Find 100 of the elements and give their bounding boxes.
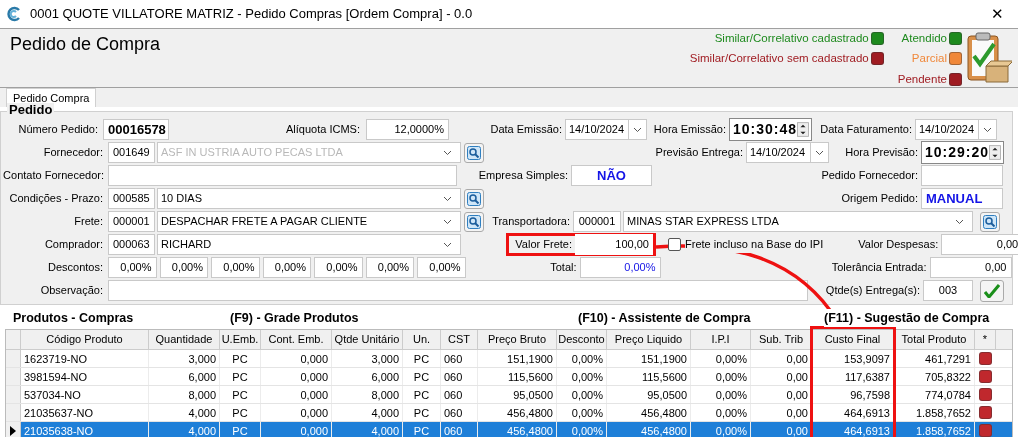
code-field[interactable]: 000001: [573, 211, 621, 232]
code-field[interactable]: 000001: [108, 211, 155, 232]
column-header[interactable]: Total Produto: [894, 330, 975, 349]
table-row[interactable]: 537034-NO 8,000 PC 0,000 8,000 PC 060 95,0500 0,00% 95,0500 0,00% 0,00 96,7598 774,0784: [6, 386, 1012, 404]
combo-box[interactable]: DESPACHAR FRETE A PAGAR CLIENTE: [157, 211, 461, 232]
field-label: Número Pedido:: [17, 122, 99, 138]
text-field[interactable]: 0,00%: [211, 257, 260, 278]
text-field[interactable]: 00016578: [103, 119, 169, 140]
text-field[interactable]: 12,0000%: [366, 119, 449, 140]
column-header[interactable]: Preço Liquido: [607, 330, 691, 349]
text-field[interactable]: 0,00%: [108, 257, 157, 278]
table-cell: 3981594-NO: [21, 368, 149, 385]
time-field[interactable]: 10:30:48: [729, 118, 812, 141]
column-header[interactable]: Preço Bruto: [478, 330, 557, 349]
table-cell: 060: [441, 350, 478, 367]
table-cell: 95,0500: [478, 386, 557, 403]
column-header[interactable]: Custo Final: [812, 330, 894, 349]
field-label: Transportadora:: [491, 214, 571, 230]
close-button[interactable]: ✕: [982, 2, 1012, 26]
table-cell: PC: [220, 350, 261, 367]
table-cell: 4,000: [149, 404, 220, 421]
table-cell: 1.858,7652: [894, 404, 975, 421]
field-label: Observação:: [39, 283, 104, 299]
table-cell: 060: [441, 404, 478, 421]
table-cell: 21035637-NO: [21, 404, 149, 421]
table-cell: 456,4800: [478, 404, 557, 421]
text-field[interactable]: 100,00: [575, 234, 653, 255]
legend-label: Atendido: [901, 31, 947, 46]
field-label: Fornecedor:: [42, 145, 104, 161]
text-field[interactable]: NÃO: [571, 165, 652, 186]
legend-label: Similar/Correlativo sem cadastrado: [689, 51, 869, 67]
column-header[interactable]: I.P.I: [691, 330, 751, 349]
table-cell: 464,6913: [812, 422, 894, 437]
column-header[interactable]: Desconto: [557, 330, 607, 349]
column-header[interactable]: Código Produto: [21, 330, 149, 349]
table-cell: 537034-NO: [21, 386, 149, 403]
table-cell: 95,0500: [607, 386, 691, 403]
group-title: Pedido: [7, 103, 55, 117]
text-field[interactable]: 0,00: [929, 257, 1012, 278]
table-cell: 151,1900: [607, 350, 691, 367]
column-header[interactable]: *: [975, 330, 996, 349]
table-row[interactable]: 21035637-NO 4,000 PC 0,000 4,000 PC 060 456,4800 0,00% 456,4800 0,00% 0,00 464,6913 1.858,7652: [6, 404, 1012, 422]
table-cell: PC: [403, 350, 441, 367]
table-cell: 0,00: [751, 386, 812, 403]
table-cell: PC: [220, 386, 261, 403]
column-header[interactable]: U.Emb.: [220, 330, 261, 349]
text-field[interactable]: 0,00: [941, 234, 1018, 255]
table-cell: PC: [403, 404, 441, 421]
table-row[interactable]: 3981594-NO 6,000 PC 0,000 6,000 PC 060 115,5600 0,00% 115,5600 0,00% 0,00 117,6387 705,8322: [6, 368, 1012, 386]
shortcut-label: (F10) - Assistente de Compra: [578, 309, 752, 327]
table-cell: PC: [403, 368, 441, 385]
date-field[interactable]: 14/10/2024: [746, 142, 829, 163]
table-cell: 0,00: [751, 368, 812, 385]
table-cell: 774,0784: [894, 386, 975, 403]
text-field[interactable]: 0,00%: [417, 257, 466, 278]
combo-box[interactable]: 10 DIAS: [157, 188, 461, 209]
table-cell: 1623719-NO: [21, 350, 149, 367]
field-label: Previsão Entrega:: [654, 145, 744, 161]
window-title: 0001 QUOTE VILLATORE MATRIZ - Pedido Compras [Ordem Compra] - 0.0: [30, 5, 474, 24]
legend-label: Similar/Correlativo cadastrado: [714, 31, 869, 46]
table-cell: 6,000: [332, 368, 403, 385]
table-cell: PC: [220, 422, 261, 437]
field-label: Origem Pedido:: [840, 191, 919, 207]
field-label: Pedido Fornecedor:: [820, 168, 919, 184]
table-cell: 0,000: [261, 422, 332, 437]
table-cell: 0,00: [751, 404, 812, 421]
text-field[interactable]: 0,00%: [579, 257, 661, 278]
table-cell: 0,00: [751, 350, 812, 367]
column-header[interactable]: Un.: [403, 330, 441, 349]
table-cell: 464,6913: [812, 404, 894, 421]
text-field[interactable]: 0,00%: [262, 257, 311, 278]
table-row[interactable]: 1623719-NO 3,000 PC 0,000 3,000 PC 060 151,1900 0,00% 151,1900 0,00% 0,00 153,9097 461,7291: [6, 350, 1012, 368]
column-header[interactable]: CST: [441, 330, 478, 349]
text-field[interactable]: 003: [923, 280, 973, 301]
text-field[interactable]: MANUAL: [921, 188, 1003, 209]
column-header[interactable]: Cont. Emb.: [261, 330, 332, 349]
column-header[interactable]: Qtde Unitário: [332, 330, 403, 349]
table-cell: PC: [220, 368, 261, 385]
combo-box[interactable]: RICHARD: [157, 234, 461, 255]
time-field[interactable]: 10:29:20: [921, 141, 1004, 164]
column-header[interactable]: Quantidade: [149, 330, 220, 349]
combo-box[interactable]: MINAS STAR EXPRESS LTDA: [623, 211, 973, 232]
table-cell: 96,7598: [812, 386, 894, 403]
text-field[interactable]: 0,00%: [314, 257, 363, 278]
field-label: Valor Frete:: [514, 237, 573, 253]
field-label: Qtde(s) Entrega(s):: [824, 283, 921, 299]
date-field[interactable]: 14/10/2024: [915, 119, 997, 140]
text-field[interactable]: 0,00%: [159, 257, 208, 278]
date-field[interactable]: 14/10/2024: [565, 119, 647, 140]
field-label: Frete:: [73, 214, 104, 230]
shortcut-label: (F11) - Sugestão de Compra: [824, 308, 990, 328]
code-field[interactable]: 000585: [108, 188, 155, 209]
table-cell: 456,4800: [607, 404, 691, 421]
column-header[interactable]: Sub. Trib: [751, 330, 812, 349]
field-label: Data Faturamento:: [819, 122, 913, 138]
text-field[interactable]: 0,00%: [365, 257, 414, 278]
field-label: Data Emissão:: [489, 122, 563, 138]
code-field[interactable]: 000063: [108, 234, 155, 255]
field-label: Hora Previsão:: [844, 145, 919, 161]
table-row[interactable]: 21035638-NO 4,000 PC 0,000 4,000 PC 060 456,4800 0,00% 456,4800 0,00% 0,00 464,6913 1.858,7652: [6, 422, 1012, 437]
